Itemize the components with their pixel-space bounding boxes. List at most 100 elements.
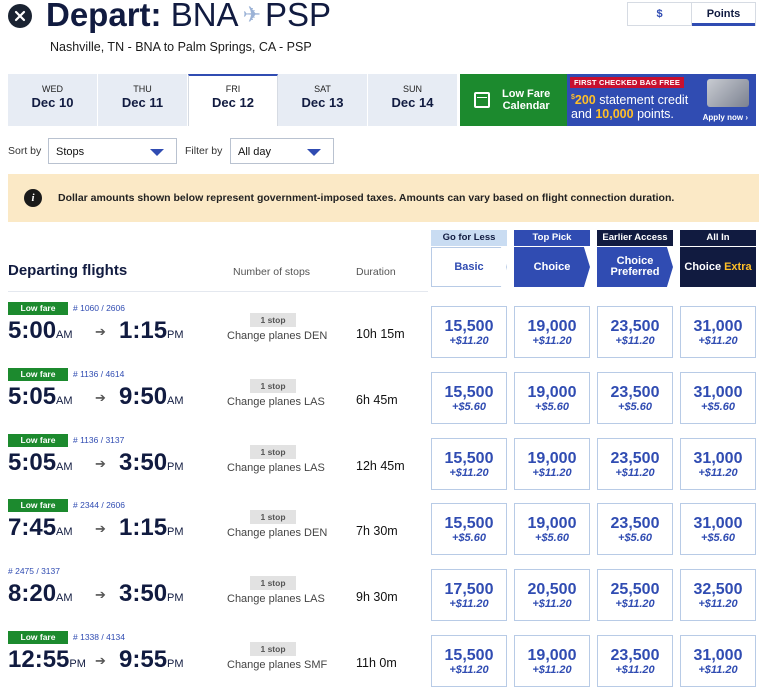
price-points: 25,500	[610, 581, 660, 598]
arrival-time-value: 1:15	[119, 317, 168, 344]
date-label: Dec 11	[121, 95, 164, 110]
promo-text1: statement credit	[599, 93, 689, 107]
date-tab-dec-13[interactable]: SAT Dec 13	[278, 74, 368, 126]
price-button-basic[interactable]: 15,500 +$11.20	[431, 635, 507, 687]
flight-numbers-link[interactable]: # 2344 / 2606	[73, 500, 125, 510]
apply-now-link[interactable]: Apply now ›	[703, 113, 748, 122]
price-button-extra[interactable]: 31,000 +$11.20	[680, 635, 756, 687]
price-button-choice[interactable]: 19,000 +$5.60	[514, 372, 590, 424]
date-tab-dec-10[interactable]: WED Dec 10	[8, 74, 98, 126]
date-tab-dec-14[interactable]: SUN Dec 14	[368, 74, 458, 126]
departure-ampm: AM	[56, 329, 73, 341]
date-tab-dec-12[interactable]: FRI Dec 12	[188, 74, 278, 126]
low-fare-calendar-button[interactable]: Low Fare Calendar	[460, 74, 567, 126]
price-button-choice[interactable]: 20,500 +$11.20	[514, 569, 590, 621]
price-taxes: +$11.20	[449, 335, 489, 347]
price-button-preferred[interactable]: 23,500 +$11.20	[597, 438, 673, 490]
flight-duration: 7h 30m	[356, 524, 398, 538]
credit-card-promo[interactable]: FIRST CHECKED BAG FREE $200 statement cr…	[567, 74, 756, 126]
flight-duration: 11h 0m	[356, 656, 397, 670]
filter-select[interactable]: All day	[230, 138, 334, 164]
price-points: 23,500	[610, 384, 660, 401]
price-points: 19,000	[527, 647, 577, 664]
price-button-choice[interactable]: 19,000 +$11.20	[514, 306, 590, 358]
fare-extra-header[interactable]: All In Choice Extra	[680, 230, 756, 287]
price-button-extra[interactable]: 31,000 +$5.60	[680, 372, 756, 424]
fare-name: Choice Extra	[680, 247, 756, 287]
fare-name-line1: Choice	[684, 260, 722, 273]
flight-numbers-link[interactable]: # 1338 / 4134	[73, 632, 125, 642]
price-button-extra[interactable]: 31,000 +$5.60	[680, 503, 756, 555]
departure-time: 7:45AM	[8, 514, 73, 542]
fare-tag: Top Pick	[514, 230, 590, 246]
date-tab-dec-11[interactable]: THU Dec 11	[98, 74, 188, 126]
flight-row: Low fare # 1060 / 2606 5:00AM ➔ 1:15PM 1 stop…	[0, 302, 768, 368]
stops-badge[interactable]: 1 stop	[250, 510, 296, 524]
fare-name-line2: Preferred	[610, 266, 660, 278]
arrival-ampm: PM	[167, 592, 184, 604]
stops-badge[interactable]: 1 stop	[250, 445, 296, 459]
price-taxes: +$5.60	[701, 532, 735, 544]
price-button-choice[interactable]: 19,000 +$11.20	[514, 635, 590, 687]
destination-code: PSP	[265, 0, 332, 33]
arrival-ampm: AM	[167, 395, 184, 407]
connection-info: Change planes LAS	[227, 593, 325, 605]
stops-badge[interactable]: 1 stop	[250, 576, 296, 590]
flight-numbers-link[interactable]: # 1136 / 3137	[73, 435, 124, 445]
fare-name: Basic	[431, 247, 507, 287]
arrow-right-icon: ➔	[95, 587, 106, 602]
price-button-choice[interactable]: 19,000 +$5.60	[514, 503, 590, 555]
price-button-preferred[interactable]: 25,500 +$11.20	[597, 569, 673, 621]
price-button-extra[interactable]: 32,500 +$11.20	[680, 569, 756, 621]
departure-ampm: AM	[56, 395, 73, 407]
flight-duration: 10h 15m	[356, 327, 405, 341]
price-button-basic[interactable]: 15,500 +$11.20	[431, 306, 507, 358]
fare-preferred-header[interactable]: Earlier Access Choice Preferred	[597, 230, 673, 287]
price-button-preferred[interactable]: 23,500 +$11.20	[597, 635, 673, 687]
arrival-ampm: PM	[167, 329, 184, 341]
close-icon[interactable]	[8, 4, 32, 28]
price-points: 19,000	[527, 515, 577, 532]
departing-flights-heading: Departing flights	[8, 262, 128, 279]
price-points: 23,500	[610, 318, 660, 335]
price-button-preferred[interactable]: 23,500 +$5.60	[597, 372, 673, 424]
price-button-choice[interactable]: 19,000 +$11.20	[514, 438, 590, 490]
price-taxes: +$11.20	[615, 335, 655, 347]
fare-tag: Earlier Access	[597, 230, 673, 246]
price-button-extra[interactable]: 31,000 +$11.20	[680, 306, 756, 358]
flight-numbers-link[interactable]: # 2475 / 3137	[8, 566, 60, 576]
promo-amount: 200	[574, 93, 596, 107]
sort-select[interactable]: Stops	[48, 138, 177, 164]
price-button-extra[interactable]: 31,000 +$11.20	[680, 438, 756, 490]
stops-badge[interactable]: 1 stop	[250, 313, 296, 327]
price-points: 15,500	[444, 450, 494, 467]
price-points: 19,000	[527, 384, 577, 401]
connection-info: Change planes DEN	[227, 527, 328, 539]
price-taxes: +$11.20	[449, 467, 489, 479]
price-button-preferred[interactable]: 23,500 +$11.20	[597, 306, 673, 358]
flight-numbers-link[interactable]: # 1136 / 4614	[73, 369, 124, 379]
price-button-basic[interactable]: 15,500 +$5.60	[431, 372, 507, 424]
dollars-option[interactable]: $	[628, 3, 691, 25]
stops-badge[interactable]: 1 stop	[250, 379, 296, 393]
price-points: 19,000	[527, 318, 577, 335]
price-taxes: +$5.60	[618, 532, 652, 544]
flight-numbers-link[interactable]: # 1060 / 2606	[73, 303, 125, 313]
low-fare-badge: Low fare	[8, 368, 68, 381]
promo-text2: and	[571, 107, 592, 121]
price-button-basic[interactable]: 17,500 +$11.20	[431, 569, 507, 621]
fare-choice-header[interactable]: Top Pick Choice	[514, 230, 590, 287]
stops-column-header: Number of stops	[233, 266, 311, 278]
fare-basic-header[interactable]: Go for Less Basic	[431, 230, 507, 287]
price-button-preferred[interactable]: 23,500 +$5.60	[597, 503, 673, 555]
promo-text3: points.	[637, 107, 674, 121]
stops-badge[interactable]: 1 stop	[250, 642, 296, 656]
departure-time-value: 8:20	[8, 580, 57, 607]
points-option[interactable]: Points	[691, 3, 755, 26]
lfc-line2: Calendar	[502, 100, 550, 112]
departure-time-value: 5:00	[8, 317, 57, 344]
price-button-basic[interactable]: 15,500 +$11.20	[431, 438, 507, 490]
price-button-basic[interactable]: 15,500 +$5.60	[431, 503, 507, 555]
price-taxes: +$5.60	[618, 401, 652, 413]
arrival-ampm: PM	[167, 658, 184, 670]
